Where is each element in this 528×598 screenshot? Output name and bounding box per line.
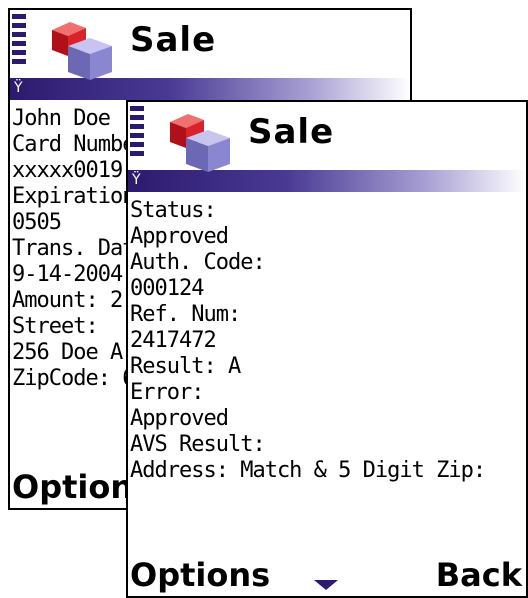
options-softkey[interactable]: Options [130,556,270,594]
sale-cubes-icon [52,22,112,80]
title-bar: Ÿ Sale [128,102,526,192]
list-item: Address: Match & 5 Digit Zip: [130,458,486,483]
list-item: AVS Result: [130,432,266,457]
screen-title: Sale [248,112,335,152]
list-item: Auth. Code: [130,250,266,275]
screen-title: Sale [130,20,217,60]
antenna-icon: Ÿ [14,80,23,96]
title-bar: Ÿ Sale [10,10,410,100]
antenna-icon: Ÿ [132,172,141,188]
list-item: Result: A [130,354,241,379]
list-item: Approved [130,224,229,249]
list-item: Status: [130,198,217,223]
softkey-bar: Options Back [128,552,526,596]
signal-strength-icon [12,14,26,74]
list-item: Approved [130,406,229,431]
list-item: Error: [130,380,204,405]
sale-cubes-icon [170,114,230,172]
scroll-down-icon[interactable] [314,580,338,590]
back-softkey[interactable]: Back [436,556,522,594]
list-item: 000124 [130,276,204,301]
signal-strength-icon [130,106,144,166]
list-item: Ref. Num: [130,302,241,327]
transaction-result: Status: Approved Auth. Code: 000124 Ref.… [130,198,526,484]
front-screen: Ÿ Sale Status: Approved Auth. Code: 0001… [126,100,528,598]
list-item: 2417472 [130,328,217,353]
